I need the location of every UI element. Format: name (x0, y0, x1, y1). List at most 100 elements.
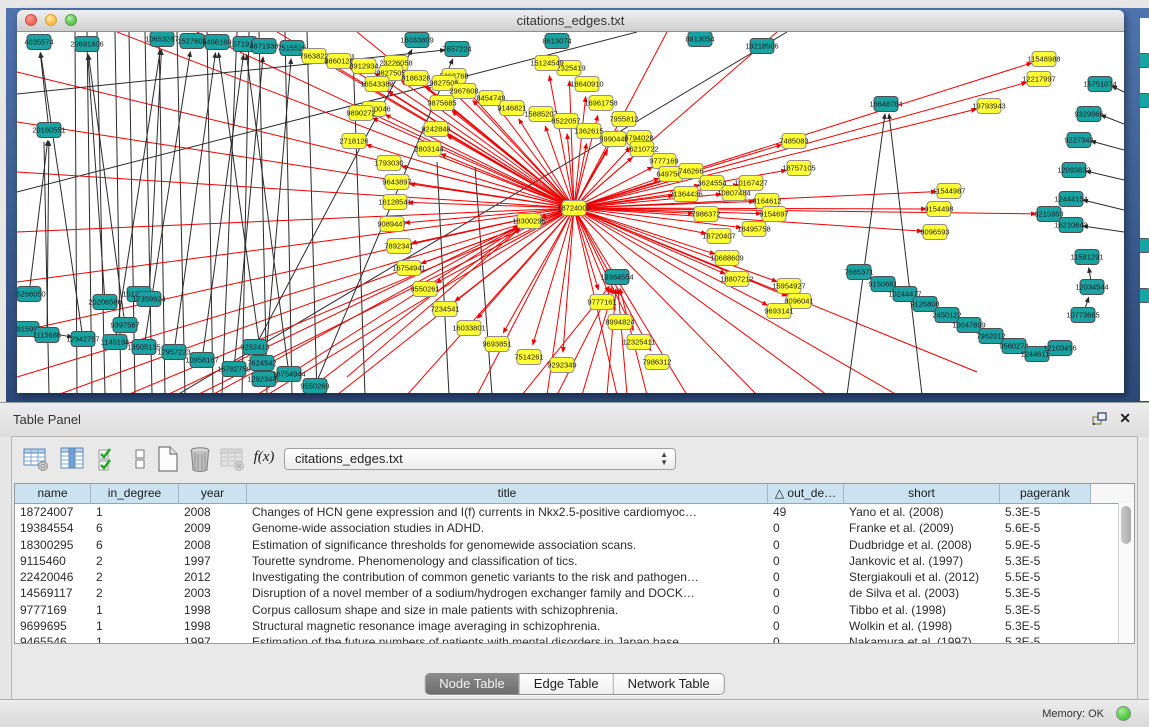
graph-node-label: 9643897 (382, 178, 411, 187)
graph-node-label: 18495758 (737, 225, 770, 234)
graph-node-label: 746266 (678, 167, 703, 176)
row-height-icon[interactable] (126, 445, 154, 473)
table-cell: 5.3E-5 (1000, 634, 1091, 644)
graph-node-label: 2718126 (339, 137, 368, 146)
column-header-short[interactable]: short (844, 484, 1000, 503)
float-window-icon[interactable] (1092, 412, 1107, 426)
graph-node-label: 16033801 (452, 324, 485, 333)
table-header: namein_degreeyeartitle△ out_de…shortpage… (15, 484, 1134, 504)
table-cell: 0 (768, 553, 844, 569)
graph-node-label: 8164612 (752, 197, 781, 206)
select-all-checks-icon[interactable] (94, 445, 122, 473)
table-cell: Wolkin et al. (1998) (844, 618, 1000, 634)
graph-node-label: 20691406 (70, 40, 103, 49)
graph-node-label: 20160551 (32, 126, 65, 135)
graph-node-label: 9875685 (427, 99, 456, 108)
status-bar: Memory: OK (0, 699, 1149, 727)
network-window: citations_edges.txt 40355742069140610653… (17, 10, 1124, 393)
table-row[interactable]: 1872400712008Changes of HCN gene express… (15, 504, 1134, 520)
graph-node-label: 11548988 (1028, 55, 1061, 64)
tab-network-table[interactable]: Network Table (613, 674, 724, 694)
table-cell: 1 (91, 618, 179, 634)
graph-node-label: 9146821 (497, 104, 526, 113)
table-cell: 5.3E-5 (1000, 618, 1091, 634)
graph-node-label: 18720407 (702, 232, 735, 241)
graph-node-label: 11581291 (1071, 253, 1104, 262)
network-window-titlebar[interactable]: citations_edges.txt (17, 10, 1124, 32)
table-cell: 2 (91, 569, 179, 585)
table-cell: Disruption of a novel member of a sodium… (247, 585, 768, 601)
table-row[interactable]: 911546021997Tourette syndrome. Phenomeno… (15, 553, 1134, 569)
attribute-table: namein_degreeyeartitle△ out_de…shortpage… (14, 483, 1135, 644)
table-row[interactable]: 1830029562008Estimation of significance … (15, 537, 1134, 553)
graph-node-label: 9550261 (410, 285, 439, 294)
column-header-out_de[interactable]: △ out_de… (768, 484, 844, 503)
graph-node-label: 9777169 (649, 157, 678, 166)
graph-node-label: 16210722 (625, 145, 658, 154)
close-panel-icon[interactable]: ✕ (1119, 410, 1131, 427)
tab-node-table[interactable]: Node Table (425, 674, 519, 694)
table-cell: 5.6E-5 (1000, 520, 1091, 536)
column-header-pagerank[interactable]: pagerank (1000, 484, 1091, 503)
table-cell: 14569117 (15, 585, 91, 601)
table-cell: 1998 (179, 618, 247, 634)
graph-node-label: 9890272 (346, 109, 375, 118)
table-cell: 0 (768, 537, 844, 553)
memory-ok-indicator-icon[interactable] (1116, 706, 1131, 721)
graph-node-label: 7962012 (976, 332, 1005, 341)
network-canvas[interactable]: 4035574206914061065328715276026466160107… (17, 32, 1124, 393)
column-header-in_degree[interactable]: in_degree (91, 484, 179, 503)
table-cell: 9777169 (15, 602, 91, 618)
background-network-sliver (1140, 18, 1149, 401)
table-cell: 5.3E-5 (1000, 504, 1091, 520)
dropdown-arrows-icon: ▲▼ (660, 451, 668, 467)
table-cell: Nakamura et al. (1997) (844, 634, 1000, 644)
graph-node-label: 16210643 (1054, 221, 1087, 230)
graph-node-label: 16543382 (360, 80, 393, 89)
table-settings-icon[interactable] (22, 445, 50, 473)
table-row[interactable]: 977716911998Corpus callosum shape and si… (15, 602, 1134, 618)
tab-edge-table[interactable]: Edge Table (519, 674, 613, 694)
table-cell: 0 (768, 602, 844, 618)
scrollbar-thumb[interactable] (1121, 506, 1131, 544)
table-cell: 5.3E-5 (1000, 553, 1091, 569)
column-header-year[interactable]: year (179, 484, 247, 503)
table-row[interactable]: 1938455462009Genome-wide association stu… (15, 520, 1134, 536)
graph-node-label: 12217997 (1022, 75, 1055, 84)
graph-node-label: 16648784 (869, 100, 902, 109)
table-row[interactable]: 969969511998Structural magnetic resonanc… (15, 618, 1134, 634)
table-row[interactable]: 1456911722003Disruption of a novel membe… (15, 585, 1134, 601)
graph-node-label: 18757105 (782, 164, 815, 173)
graph-node-label: 1115686 (33, 331, 61, 340)
graph-node-label: 7986372 (691, 210, 720, 219)
table-cell: 2 (91, 585, 179, 601)
table-panel-title: Table Panel (13, 412, 81, 427)
table-cell: 18300295 (15, 537, 91, 553)
graph-node-label: 8613074 (542, 37, 571, 46)
graph-node-label: 12325411 (623, 338, 656, 347)
edit-columns-icon[interactable] (58, 445, 86, 473)
table-cell: 1 (91, 504, 179, 520)
table-row[interactable]: 2242004622012Investigating the contribut… (15, 569, 1134, 585)
table-cell: 9465546 (15, 634, 91, 644)
table-cell: 6 (91, 537, 179, 553)
table-selector-dropdown[interactable]: citations_edges.txt ▲▼ (284, 448, 676, 470)
new-document-icon[interactable] (154, 445, 182, 473)
column-header-name[interactable]: name (15, 484, 91, 503)
delete-trash-icon[interactable] (186, 445, 214, 473)
graph-node-label: 9154697 (759, 210, 788, 219)
application-window: citations_edges.txt 40355742069140610653… (0, 0, 1149, 727)
column-header-title[interactable]: title (247, 484, 768, 503)
graph-node-label: 4035574 (24, 38, 53, 47)
graph-node-label: 12034544 (1075, 283, 1108, 292)
table-row[interactable]: 946554611997Estimation of the future num… (15, 634, 1134, 644)
table-cell: Genome-wide association studies in ADHD. (247, 520, 768, 536)
graph-node-label: 2803144 (414, 145, 443, 154)
graph-node-label: 6466160 (202, 38, 231, 47)
header-filler (1091, 484, 1134, 503)
vertical-scrollbar[interactable] (1118, 503, 1134, 643)
table-panel-body: f(x) citations_edges.txt ▲▼ namein_degre… (11, 436, 1138, 700)
graph-node-label: 1793030 (374, 159, 403, 168)
function-builder-icon[interactable]: f(x) (250, 449, 278, 477)
graph-node-label: 21364436 (669, 190, 702, 199)
